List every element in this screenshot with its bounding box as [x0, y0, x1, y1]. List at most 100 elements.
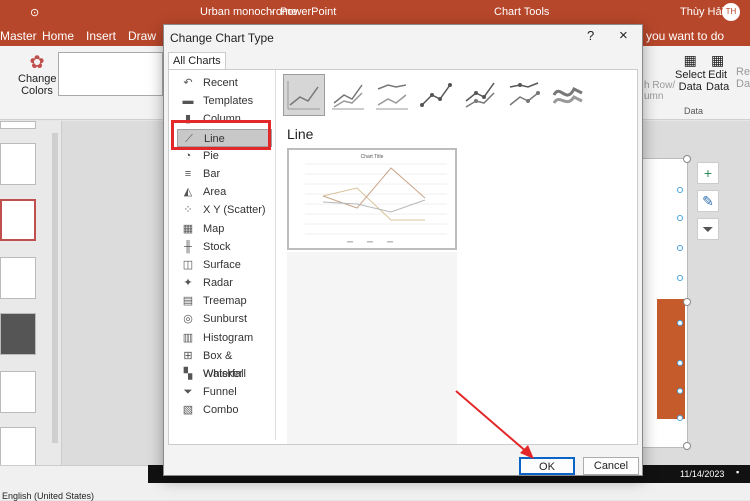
- chart-type-area[interactable]: ◭ Area: [177, 183, 272, 201]
- chart-resize-handle[interactable]: [683, 442, 691, 450]
- selected-type-heading: Line: [287, 126, 314, 142]
- chart-type-recent[interactable]: ↶ Recent: [177, 74, 272, 92]
- chart-type-label: Radar: [203, 277, 233, 290]
- chart-type-x-y-scatter[interactable]: ⁘ X Y (Scatter): [177, 201, 272, 219]
- chart-preview[interactable]: Chart Title: [287, 148, 457, 250]
- annotation-arrow: [455, 390, 534, 459]
- chart-resize-handle[interactable]: [683, 155, 691, 163]
- tab-all-charts[interactable]: All Charts: [168, 52, 226, 69]
- chart-type-radar[interactable]: ✦ Radar: [177, 274, 272, 292]
- stacked-line-markers-icon: [465, 82, 495, 108]
- stacked-100-line-icon: [376, 84, 408, 110]
- subtype-3d-line[interactable]: [547, 74, 589, 116]
- surface-chart-icon: ◫: [182, 258, 194, 271]
- radar-chart-icon: ✦: [183, 277, 193, 290]
- data-point-handle[interactable]: [677, 360, 683, 366]
- thumbnail-scrollbar[interactable]: [52, 133, 58, 443]
- chart-type-label: Histogram: [203, 331, 254, 344]
- tell-me-input[interactable]: you want to do: [646, 29, 724, 43]
- slide-thumbnail[interactable]: [0, 371, 36, 413]
- user-name: Thùy Hải: [680, 6, 725, 18]
- chart-type-funnel[interactable]: ⏷ Funnel: [177, 383, 272, 401]
- subtype-stacked-line[interactable]: [327, 74, 369, 116]
- slide-thumbnail[interactable]: [0, 257, 36, 299]
- notification-icon[interactable]: ▪: [736, 467, 739, 477]
- ribbon-group-data: Data: [684, 106, 704, 116]
- chart-type-stock[interactable]: ╫ Stock: [177, 238, 272, 256]
- line-markers-icon: [420, 83, 452, 107]
- histogram-chart-icon: ▥: [182, 331, 194, 344]
- help-button[interactable]: ?: [587, 28, 594, 43]
- palette-icon: ✿: [29, 52, 45, 72]
- folder-icon: ▬: [182, 95, 194, 108]
- edit-data-icon: ▦: [711, 52, 725, 68]
- data-point-handle[interactable]: [677, 320, 683, 326]
- data-point-handle[interactable]: [677, 215, 683, 221]
- tab-draw[interactable]: Draw: [128, 29, 156, 43]
- switch-row-column-button[interactable]: h Row/ umn: [644, 80, 675, 102]
- waterfall-chart-icon: ▚: [183, 368, 193, 380]
- chart-type-histogram[interactable]: ▥ Histogram: [177, 329, 272, 347]
- change-chart-type-dialog: Change Chart Type ? × All Charts ↶ Recent…: [163, 24, 643, 476]
- chart-elements-button[interactable]: +: [697, 162, 719, 184]
- chart-styles-button[interactable]: ✎: [697, 190, 719, 212]
- chart-type-waterfall[interactable]: ▚ Waterfall: [177, 365, 272, 383]
- chart-resize-handle[interactable]: [683, 298, 691, 306]
- close-button[interactable]: ×: [619, 27, 628, 44]
- title-separator: -: [270, 6, 274, 18]
- scatter-chart-icon: ⁘: [183, 204, 193, 217]
- chart-filters-button[interactable]: ⏷: [697, 218, 719, 240]
- chart-type-sunburst[interactable]: ◎ Sunburst: [177, 310, 272, 328]
- chart-type-map[interactable]: ▦ Map: [177, 220, 272, 238]
- chart-type-label: Area: [203, 186, 227, 199]
- change-colors-button[interactable]: ✿ Change Colors: [18, 52, 57, 97]
- slide-thumbnail-pane: [0, 121, 62, 469]
- chart-type-label: Funnel: [203, 386, 237, 399]
- select-data-button[interactable]: ▦ Select Data: [675, 52, 706, 93]
- slide-thumbnail[interactable]: [0, 143, 36, 185]
- subtype-line[interactable]: [283, 74, 325, 116]
- preview-chart-title: Chart Title: [361, 154, 384, 160]
- select-data-icon: ▦: [683, 52, 697, 68]
- chart-type-combo[interactable]: ▧ Combo: [177, 401, 272, 419]
- data-point-handle[interactable]: [677, 187, 683, 193]
- data-point-handle[interactable]: [677, 275, 683, 281]
- contextual-tab: Chart Tools: [494, 6, 550, 18]
- tab-master[interactable]: Master: [0, 29, 37, 43]
- subtype-100-stacked-line-markers[interactable]: [503, 74, 545, 116]
- subtype-line-markers[interactable]: [415, 74, 457, 116]
- refresh-data-button[interactable]: Refre Dat: [736, 66, 750, 90]
- chart-type-treemap[interactable]: ▤ Treemap: [177, 292, 272, 310]
- slide-thumbnail[interactable]: [0, 121, 36, 129]
- avatar[interactable]: TH: [722, 3, 740, 21]
- chart-type-label: Map: [203, 222, 225, 235]
- chart-type-templates[interactable]: ▬ Templates: [177, 92, 272, 110]
- chart-type-label: Bar: [203, 167, 221, 180]
- autosave-icon[interactable]: ⊙: [30, 6, 39, 19]
- tab-home[interactable]: Home: [42, 29, 74, 43]
- slide-thumbnail[interactable]: [0, 427, 36, 469]
- chart-style-gallery[interactable]: [58, 52, 163, 96]
- bar-chart-icon: ≡: [184, 167, 192, 180]
- tab-insert[interactable]: Insert: [86, 29, 116, 43]
- slide-thumbnail-selected[interactable]: [0, 199, 36, 241]
- subtype-stacked-line-markers[interactable]: [459, 74, 501, 116]
- slide-thumbnail[interactable]: [0, 313, 36, 355]
- edit-data-button[interactable]: ▦ Edit Data: [706, 52, 729, 93]
- chart-type-label: Surface: [203, 258, 241, 271]
- chart-type-box-whisker[interactable]: ⊞ Box & Whisker: [177, 347, 272, 380]
- chart-type-bar[interactable]: ≡ Bar: [177, 165, 272, 183]
- subtype-100-stacked-line[interactable]: [371, 74, 413, 116]
- data-point-handle[interactable]: [677, 388, 683, 394]
- stock-chart-icon: ╫: [184, 240, 192, 253]
- data-point-handle[interactable]: [677, 245, 683, 251]
- chart-type-label: Stock: [203, 240, 231, 253]
- combo-chart-icon: ▧: [182, 404, 194, 417]
- app-name: PowerPoint: [280, 6, 337, 18]
- pie-chart-icon: ◔: [184, 149, 192, 162]
- data-point-handle[interactable]: [677, 415, 683, 421]
- cancel-button[interactable]: Cancel: [583, 457, 639, 475]
- chart-type-surface[interactable]: ◫ Surface: [177, 256, 272, 274]
- stacked-100-line-markers-icon: [509, 82, 540, 106]
- chart-type-label: Recent: [203, 77, 238, 89]
